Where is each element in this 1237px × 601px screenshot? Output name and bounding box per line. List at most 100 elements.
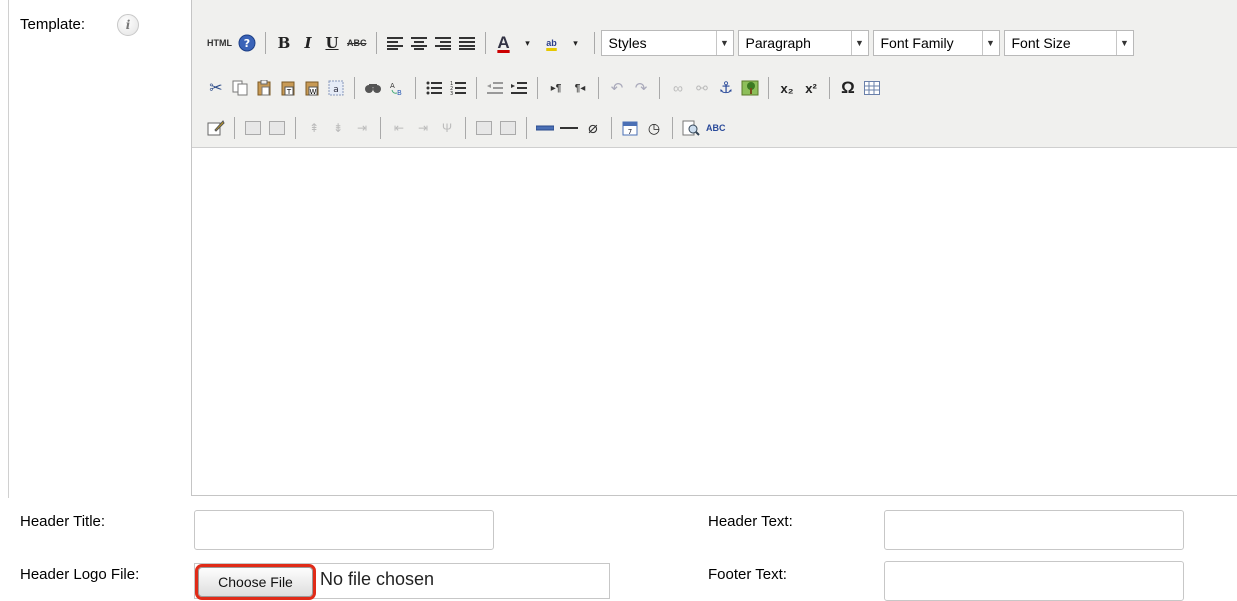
insert-row-after-icon[interactable]: ⇟ xyxy=(327,117,349,139)
footer-text-input[interactable] xyxy=(884,561,1184,601)
italic-button[interactable]: I xyxy=(297,32,319,54)
rtl-direction-icon[interactable]: ¶◂ xyxy=(569,77,591,99)
numbered-list-icon[interactable]: 123 xyxy=(447,77,469,99)
toolbar-separator xyxy=(354,77,355,99)
toolbar-separator xyxy=(768,77,769,99)
select-all-icon[interactable]: a xyxy=(325,77,347,99)
align-justify-icon[interactable] xyxy=(456,32,478,54)
anchor-icon[interactable]: ⚓ xyxy=(715,77,737,99)
preview-icon[interactable] xyxy=(680,117,702,139)
table-cell-props-icon[interactable] xyxy=(266,117,288,139)
info-icon[interactable]: i xyxy=(117,14,139,36)
html-source-button[interactable]: HTML xyxy=(205,32,234,54)
link-icon[interactable]: ∞ xyxy=(667,77,689,99)
toolbar-separator xyxy=(234,117,235,139)
insert-col-before-icon[interactable]: ⇤ xyxy=(388,117,410,139)
horizontal-rule-props-icon[interactable] xyxy=(534,117,556,139)
svg-text:7: 7 xyxy=(628,128,632,136)
font-size-select[interactable]: Font Size ▼ xyxy=(1003,30,1134,56)
svg-text:A: A xyxy=(390,82,395,90)
copy-icon[interactable] xyxy=(229,77,251,99)
table-icon[interactable] xyxy=(861,77,883,99)
paste-word-icon[interactable]: W xyxy=(301,77,323,99)
toolbar-separator xyxy=(593,32,595,54)
label-column-border xyxy=(8,0,9,498)
subscript-button[interactable]: x₂ xyxy=(776,77,798,99)
chevron-down-icon: ▼ xyxy=(850,31,868,55)
font-color-button[interactable]: A xyxy=(493,32,515,54)
edit-icon[interactable] xyxy=(205,117,227,139)
underline-button[interactable]: U xyxy=(321,32,343,54)
align-left-icon[interactable] xyxy=(384,32,406,54)
svg-text:?: ? xyxy=(244,37,250,50)
insert-time-icon[interactable]: ◷ xyxy=(643,117,665,139)
unlink-icon[interactable]: ⚯ xyxy=(691,77,713,99)
toolbar-separator xyxy=(598,77,599,99)
header-text-input[interactable] xyxy=(884,510,1184,550)
undo-icon[interactable]: ↶ xyxy=(606,77,628,99)
toolbar-separator xyxy=(465,117,466,139)
indent-icon[interactable] xyxy=(508,77,530,99)
font-size-select-value: Font Size xyxy=(1011,35,1071,51)
footer-text-label: Footer Text: xyxy=(708,566,787,583)
svg-text:3: 3 xyxy=(450,91,453,95)
special-character-button[interactable]: Ω xyxy=(837,77,859,99)
strikethrough-button[interactable]: ABC xyxy=(345,32,369,54)
remove-format-icon[interactable]: ⌀ xyxy=(582,117,604,139)
redo-icon[interactable]: ↷ xyxy=(630,77,652,99)
toolbar-separator xyxy=(526,117,527,139)
superscript-button[interactable]: x² xyxy=(800,77,822,99)
insert-row-before-icon[interactable]: ⇞ xyxy=(303,117,325,139)
toolbar-row-3: ⇞ ⇟ ⇥ ⇤ ⇥ Ψ ⌀ 7 ◷ ABC xyxy=(204,114,729,142)
bold-button[interactable]: B xyxy=(273,32,295,54)
toolbar-separator xyxy=(829,77,830,99)
outdent-icon[interactable] xyxy=(484,77,506,99)
insert-col-after-icon[interactable]: ⇥ xyxy=(412,117,434,139)
delete-row-icon[interactable]: ⇥ xyxy=(351,117,373,139)
toolbar-separator xyxy=(484,32,486,54)
paste-text-icon[interactable]: T xyxy=(277,77,299,99)
toolbar-row-1: HTML ? B I U ABC A ▾ ab ▾ Styles ▼ Parag… xyxy=(204,29,1138,57)
toolbar-separator xyxy=(375,32,377,54)
align-right-icon[interactable] xyxy=(432,32,454,54)
bullet-list-icon[interactable] xyxy=(423,77,445,99)
svg-text:B: B xyxy=(397,89,402,96)
font-family-select[interactable]: Font Family ▼ xyxy=(872,30,1000,56)
header-text-label: Header Text: xyxy=(708,513,793,530)
cut-icon[interactable]: ✂ xyxy=(205,77,227,99)
styles-select[interactable]: Styles ▼ xyxy=(600,30,734,56)
align-center-icon[interactable] xyxy=(408,32,430,54)
image-icon[interactable] xyxy=(739,77,761,99)
merge-cells-icon[interactable] xyxy=(497,117,519,139)
split-cells-icon[interactable] xyxy=(473,117,495,139)
header-title-label: Header Title: xyxy=(20,513,106,530)
editor-toolbar: HTML ? B I U ABC A ▾ ab ▾ Styles ▼ Parag… xyxy=(192,0,1237,148)
header-title-input[interactable] xyxy=(194,510,494,550)
paste-icon[interactable] xyxy=(253,77,275,99)
replace-icon[interactable]: AB xyxy=(386,77,408,99)
template-editor: HTML ? B I U ABC A ▾ ab ▾ Styles ▼ Parag… xyxy=(191,0,1237,496)
find-icon[interactable] xyxy=(362,77,384,99)
table-row-props-icon[interactable] xyxy=(242,117,264,139)
format-select[interactable]: Paragraph ▼ xyxy=(737,30,869,56)
svg-text:a: a xyxy=(333,85,339,95)
help-icon[interactable]: ? xyxy=(236,32,258,54)
font-family-select-value: Font Family xyxy=(880,35,954,51)
file-status-text: No file chosen xyxy=(320,569,435,589)
ltr-direction-icon[interactable]: ▸¶ xyxy=(545,77,567,99)
editor-content-area[interactable] xyxy=(192,148,1237,494)
horizontal-rule-icon[interactable] xyxy=(558,117,580,139)
insert-date-icon[interactable]: 7 xyxy=(619,117,641,139)
styles-select-value: Styles xyxy=(608,35,647,51)
highlight-color-button[interactable]: ab xyxy=(541,32,563,54)
template-label: Template: xyxy=(20,16,86,33)
choose-file-button[interactable]: Choose File xyxy=(195,564,316,600)
highlight-dropdown-icon[interactable]: ▾ xyxy=(565,32,587,54)
toolbar-separator xyxy=(611,117,612,139)
delete-col-icon[interactable]: Ψ xyxy=(436,117,458,139)
font-color-dropdown-icon[interactable]: ▾ xyxy=(517,32,539,54)
toolbar-separator xyxy=(659,77,660,99)
toolbar-separator xyxy=(415,77,416,99)
toolbar-separator xyxy=(295,117,296,139)
spellcheck-button[interactable]: ABC xyxy=(704,117,728,139)
